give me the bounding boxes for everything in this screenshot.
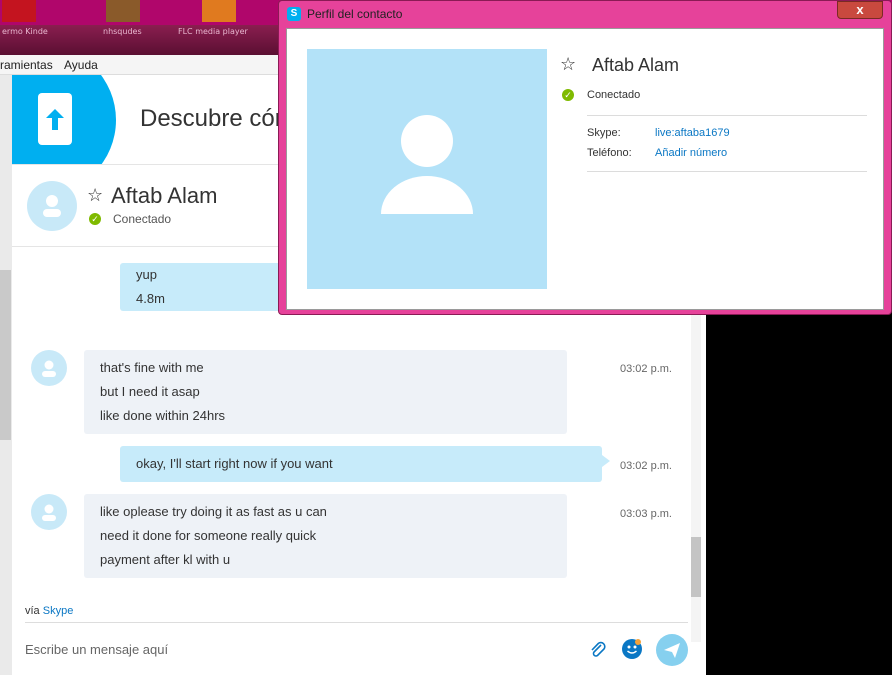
profile-photo (307, 49, 547, 289)
banner-title: Descubre cóm (140, 105, 295, 132)
upload-file-icon (38, 93, 72, 145)
menu-bar: ramientas Ayuda (0, 55, 282, 75)
menu-item-herramientas[interactable]: ramientas (0, 58, 53, 72)
vlc-shortcut-icon[interactable] (202, 0, 236, 22)
contact-avatar[interactable] (27, 181, 77, 231)
message-text: need it done for someone really quick (100, 528, 317, 543)
message-timestamp: 03:03 p.m. (620, 508, 672, 520)
sidebar-scrollbar[interactable] (0, 75, 12, 675)
via-label: vía Skype (25, 605, 73, 617)
message-text: okay, I'll start right now if you want (136, 456, 333, 471)
adobe-shortcut-icon[interactable] (2, 0, 36, 22)
divider (587, 171, 867, 172)
message-bubble-outgoing[interactable]: okay, I'll start right now if you want (120, 446, 610, 482)
via-prefix: vía (25, 605, 40, 617)
favorite-star-icon[interactable]: ☆ (87, 185, 103, 206)
skype-id-label: Skype: (587, 127, 621, 139)
winrar-shortcut-icon[interactable] (106, 0, 140, 22)
skype-logo-icon: S (287, 7, 301, 21)
message-timestamp: 03:02 p.m. (620, 363, 672, 375)
divider (587, 115, 867, 116)
message-text: that's fine with me (100, 360, 204, 375)
dialog-titlebar[interactable]: S Perfil del contacto x (279, 1, 891, 27)
online-status-icon: ✓ (562, 89, 574, 101)
add-phone-link[interactable]: Añadir número (655, 147, 727, 159)
message-text: payment after kl with u (100, 552, 231, 567)
profile-name: Aftab Alam (592, 55, 680, 75)
dialog-title: Perfil del contacto (307, 7, 403, 21)
profile-content: ☆ Aftab Alam ✓ Conectado Skype: live:aft… (286, 28, 884, 310)
profile-status: Conectado (587, 89, 641, 101)
emoticon-icon[interactable] (622, 639, 642, 659)
phone-label: Teléfono: (587, 147, 632, 159)
compose-divider (25, 622, 688, 623)
message-bubble-incoming[interactable]: like oplease try doing it as fast as u c… (84, 494, 567, 578)
close-button[interactable]: x (837, 1, 883, 19)
sender-avatar[interactable] (31, 494, 67, 530)
contact-profile-dialog: S Perfil del contacto x ☆ Aftab Alam ✓ C… (278, 0, 892, 315)
message-bubble-incoming[interactable]: that's fine with me but I need it asap l… (84, 350, 567, 434)
desktop-label: ermo Kinde (2, 27, 48, 36)
sender-avatar[interactable] (31, 350, 67, 386)
menu-item-ayuda[interactable]: Ayuda (64, 58, 98, 72)
attach-file-icon[interactable] (588, 640, 608, 660)
send-button[interactable] (656, 634, 688, 666)
scrollbar-thumb[interactable] (0, 270, 11, 440)
online-status-icon: ✓ (89, 213, 101, 225)
scrollbar-thumb[interactable] (691, 537, 701, 597)
favorite-star-icon[interactable]: ☆ (560, 54, 576, 75)
contact-name[interactable]: Aftab Alam (111, 183, 217, 209)
message-text: like done within 24hrs (100, 408, 226, 423)
message-input[interactable]: Escribe un mensaje aquí (25, 642, 168, 657)
desktop-label: FLC media player (178, 27, 248, 36)
send-icon (664, 643, 680, 658)
desktop-label: nhsqudes (103, 27, 142, 36)
contact-status: Conectado (113, 212, 172, 226)
skype-id-value[interactable]: live:aftaba1679 (655, 127, 730, 139)
via-skype-link[interactable]: Skype (43, 605, 74, 617)
message-text: like oplease try doing it as fast as u c… (100, 504, 327, 519)
message-text: but I need it asap (100, 384, 200, 399)
message-timestamp: 03:02 p.m. (620, 460, 672, 472)
